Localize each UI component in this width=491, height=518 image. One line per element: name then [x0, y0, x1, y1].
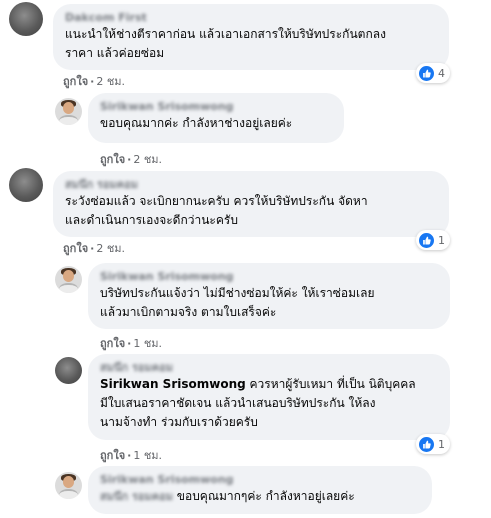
like-button[interactable]: ถูกใจ: [100, 449, 125, 462]
comment-actions: ถูกใจ · 1 ชม.: [100, 334, 162, 352]
comment-text-line: แล้วมาเบิกตามจริง ตามใบเสร็จค่ะ: [100, 305, 277, 319]
avatar[interactable]: [9, 2, 43, 36]
comment-bubble: สมนึก รอมคอม Sirikwan Srisomwong ควรหาผู…: [88, 354, 450, 440]
comment-text-line: สมนึก รอมคอม ขอบคุณมากๆค่ะ กำลังหาอยู่เล…: [100, 487, 420, 506]
comment-text-line: และดำเนินการเองจะดีกว่านะครับ: [65, 213, 238, 227]
reaction-summary[interactable]: 4: [416, 63, 450, 83]
comment-bubble: Dakcom First แนะนำให้ช่างตีราคาก่อน แล้ว…: [53, 4, 449, 70]
reaction-count: 1: [438, 437, 445, 451]
separator-dot: ·: [127, 153, 132, 166]
timestamp[interactable]: 1 ชม.: [133, 337, 162, 350]
comment-text-line: บริษัทประกันแจ้งว่า ไม่มีช่างซ่อมให้ค่ะ …: [100, 286, 375, 300]
like-button[interactable]: ถูกใจ: [63, 75, 88, 88]
avatar[interactable]: [9, 168, 43, 202]
timestamp[interactable]: 2 ชม.: [96, 75, 125, 88]
comment-actions: ถูกใจ · 2 ชม.: [63, 239, 125, 257]
timestamp[interactable]: 2 ชม.: [96, 242, 125, 255]
avatar[interactable]: [55, 98, 82, 125]
comment-actions: ถูกใจ · 2 ชม.: [100, 150, 162, 168]
comment-actions: ถูกใจ · 2 ชม.: [63, 72, 125, 90]
comment-author[interactable]: Sirikwan Srisomwong: [100, 269, 438, 284]
like-button[interactable]: ถูกใจ: [100, 153, 125, 166]
reaction-count: 4: [438, 66, 445, 80]
reaction-summary[interactable]: 1: [416, 230, 450, 250]
comment-bubble: สมนึก รอมคอม ระวังซ่อมแล้ว จะเบิกยากนะคร…: [53, 171, 449, 237]
timestamp[interactable]: 2 ชม.: [133, 153, 162, 166]
comment-bubble: Sirikwan Srisomwong ขอบคุณมากค่ะ กำลังหา…: [88, 93, 344, 143]
separator-dot: ·: [127, 449, 132, 462]
tagged-user-link[interactable]: Sirikwan Srisomwong: [100, 377, 246, 391]
separator-dot: ·: [127, 337, 132, 350]
comment-text-line: ราคา แล้วค่อยซ่อม: [65, 46, 165, 60]
comment-author[interactable]: Sirikwan Srisomwong: [100, 472, 420, 487]
like-button[interactable]: ถูกใจ: [100, 337, 125, 350]
comment-bubble: Sirikwan Srisomwong สมนึก รอมคอม ขอบคุณม…: [88, 466, 432, 514]
comment-actions: ถูกใจ · 1 ชม.: [100, 446, 162, 464]
comment-text-line: Sirikwan Srisomwong ควรหาผู้รับเหมา ที่เ…: [100, 375, 438, 394]
thumbs-up-icon: [419, 436, 434, 452]
timestamp[interactable]: 1 ชม.: [133, 449, 162, 462]
comment-text-line: ขอบคุณมากค่ะ กำลังหาช่างอยู่เลยค่ะ: [100, 116, 293, 130]
comment-text-line: นามจ้างทำ ร่วมกับเราด้วยครับ: [100, 415, 258, 429]
reaction-count: 1: [438, 233, 445, 247]
tagged-user-link[interactable]: สมนึก รอมคอม: [100, 490, 173, 503]
comment-text-line: ระวังซ่อมแล้ว จะเบิกยากนะครับ ควรให้บริษ…: [65, 194, 368, 208]
comment-text-segment: ขอบคุณมากๆค่ะ กำลังหาอยู่เลยค่ะ: [172, 489, 355, 503]
avatar[interactable]: [55, 266, 82, 293]
separator-dot: ·: [90, 75, 95, 88]
thumbs-up-icon: [419, 65, 434, 81]
like-button[interactable]: ถูกใจ: [63, 242, 88, 255]
comment-text-segment: ควรหาผู้รับเหมา ที่เป็น นิติบุคคล: [245, 377, 416, 391]
comment-author[interactable]: Dakcom First: [65, 10, 437, 25]
comment-author[interactable]: สมนึก รอมคอม: [65, 177, 437, 192]
comment-author[interactable]: สมนึก รอมคอม: [100, 360, 438, 375]
comment-text-line: แนะนำให้ช่างตีราคาก่อน แล้วเอาเอกสารให้บ…: [65, 27, 386, 41]
comment-author[interactable]: Sirikwan Srisomwong: [100, 99, 332, 114]
reaction-summary[interactable]: 1: [416, 434, 450, 454]
comment-thread: Dakcom First แนะนำให้ช่างตีราคาก่อน แล้ว…: [0, 0, 491, 518]
avatar[interactable]: [55, 357, 82, 384]
avatar[interactable]: [55, 472, 82, 499]
separator-dot: ·: [90, 242, 95, 255]
comment-bubble: Sirikwan Srisomwong บริษัทประกันแจ้งว่า …: [88, 263, 450, 329]
thumbs-up-icon: [419, 232, 434, 248]
comment-text-line: มีใบเสนอราคาชัดเจน แล้วนำเสนอบริษัทประกั…: [100, 396, 376, 410]
